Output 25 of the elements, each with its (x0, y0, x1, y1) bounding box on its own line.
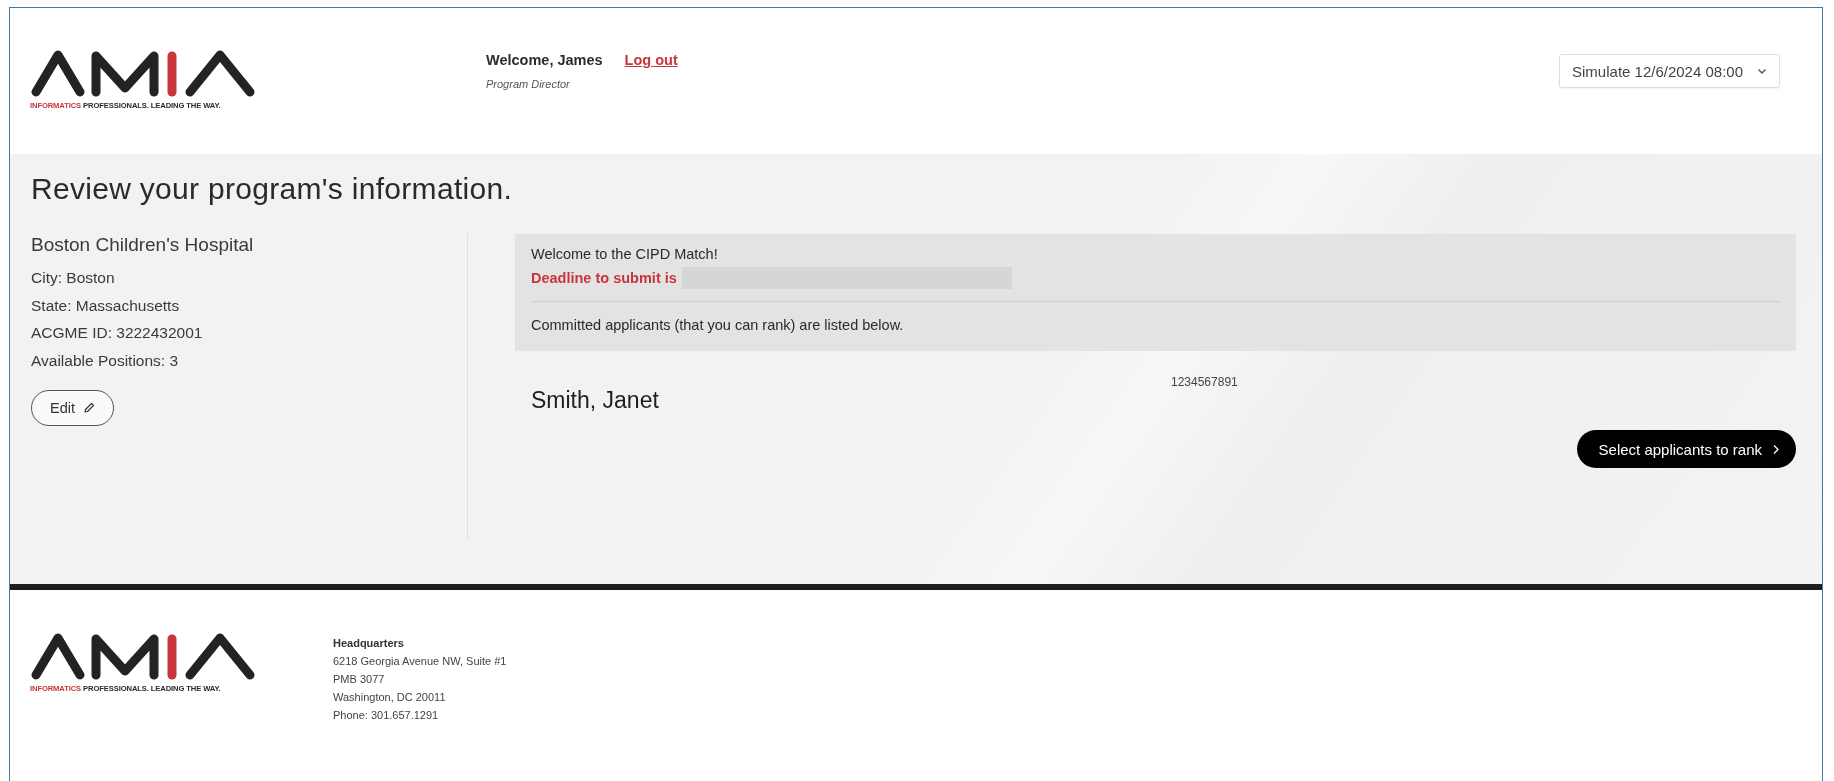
program-detail: ACGME ID: 3222432001 (31, 323, 204, 343)
program-detail: City: Boston (31, 268, 116, 288)
address-line: 6218 Georgia Avenue NW, Suite #1 (333, 655, 507, 667)
applicant-name: Smith, Janet (531, 387, 660, 414)
user-role: Program Director (486, 78, 571, 90)
edit-button[interactable]: Edit (31, 390, 114, 426)
chevron-down-icon (1757, 67, 1767, 75)
deadline-text: Deadline to submit is (531, 270, 677, 286)
address-line: Washington, DC 20011 (333, 691, 447, 703)
program-detail: Available Positions: 3 (31, 350, 180, 371)
welcome-message: Welcome to the CIPD Match! (531, 246, 719, 262)
welcome-text: Welcome, James (486, 52, 603, 68)
footer-heading: Headquarters (333, 637, 405, 649)
program-name: Boston Children's Hospital (31, 234, 255, 256)
logout-link[interactable]: Log out (624, 52, 678, 68)
page-title: Review your program's information. (31, 172, 514, 206)
applicant-id: 1234567891 (1171, 375, 1238, 389)
notice-info-text: Committed applicants (that you can rank) are listed below. (531, 317, 905, 333)
address-line: PMB 3077 (333, 673, 386, 685)
address-line: Phone: 301.657.1291 (333, 709, 440, 721)
pencil-icon (83, 402, 95, 414)
simulate-date-dropdown[interactable]: Simulate 12/6/2024 08:00 (1559, 54, 1780, 88)
program-detail: State: Massachusetts (31, 295, 181, 316)
chevron-right-icon (1772, 443, 1780, 455)
select-applicants-button[interactable]: Select applicants to rank (1576, 430, 1796, 468)
